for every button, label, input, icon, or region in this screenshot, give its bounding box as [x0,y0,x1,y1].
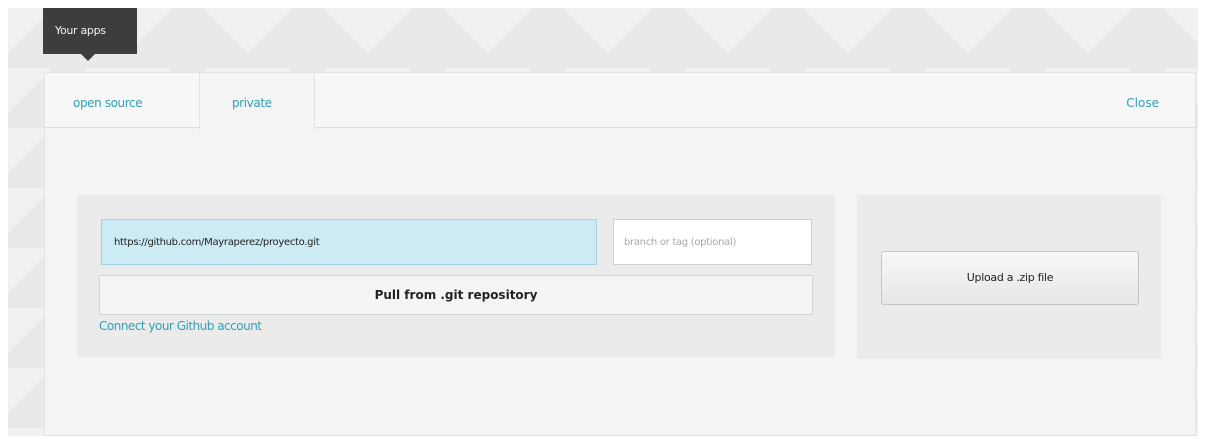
tooltip-label: Your apps [55,24,106,37]
tab-private[interactable]: private [199,73,315,129]
your-apps-tooltip: Your apps [43,8,137,61]
git-repository-section: Pull from .git repository Connect your G… [77,195,835,357]
zip-upload-section: Upload a .zip file [857,195,1161,359]
tab-open-source[interactable]: open source [73,73,143,128]
upload-zip-button[interactable]: Upload a .zip file [881,251,1139,305]
create-app-panel: open source private Close Pull from .git… [44,72,1196,436]
repository-url-input[interactable] [101,219,597,265]
connect-github-link[interactable]: Connect your Github account [99,319,262,333]
close-link[interactable]: Close [1126,73,1159,133]
source-tabs: open source private Close [45,73,1195,129]
branch-or-tag-input[interactable] [613,219,812,265]
pull-from-git-button[interactable]: Pull from .git repository [99,275,813,315]
